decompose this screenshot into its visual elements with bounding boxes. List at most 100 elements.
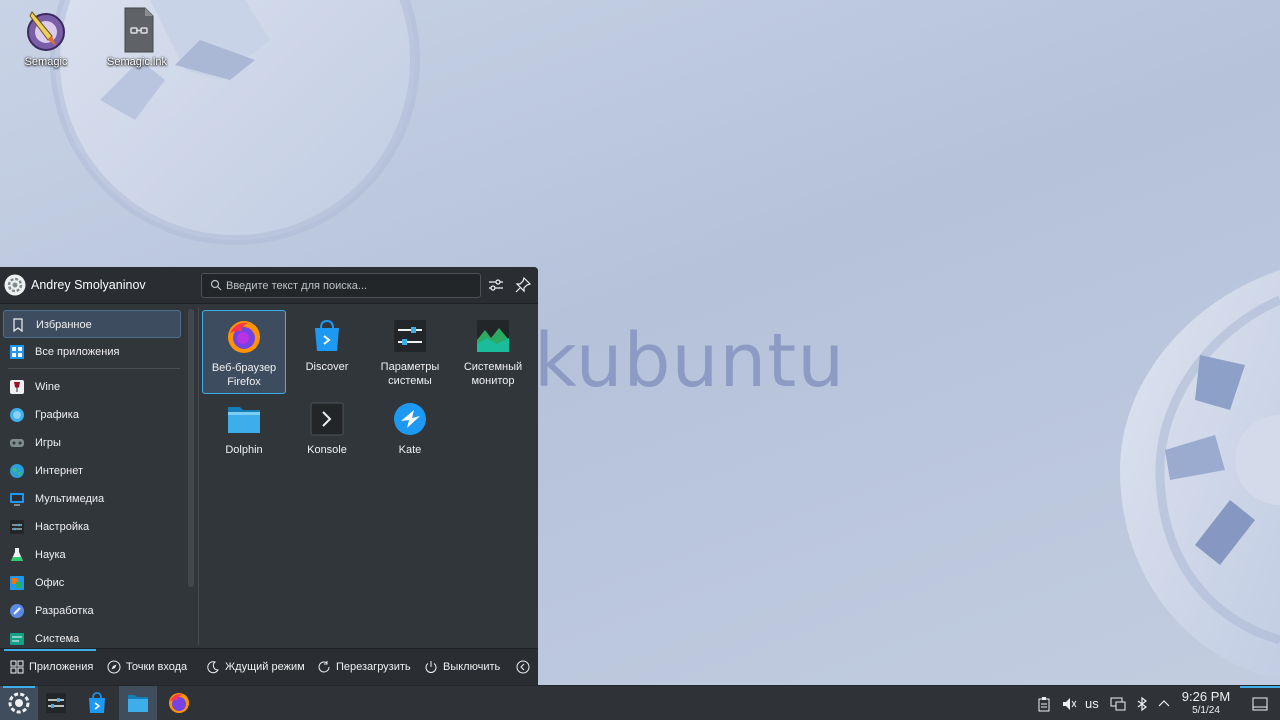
search-input[interactable] [226, 276, 476, 295]
sidebar-item-graphics[interactable]: Графика [3, 401, 181, 429]
sidebar-item-internet[interactable]: Интернет [3, 457, 181, 485]
application-launcher-menu: Andrey Smolyaninov Введите текст для пои… [0, 267, 538, 685]
configure-button[interactable] [487, 276, 505, 294]
sidebar-item-favorites[interactable]: Избранное [3, 310, 181, 338]
app-tile-discover[interactable]: Discover [285, 310, 369, 394]
dolphin-folder-icon [228, 407, 260, 433]
app-tile-kate[interactable]: Kate [368, 393, 452, 477]
power-icon [425, 661, 437, 673]
sidebar-item-settings[interactable]: Настройка [3, 513, 181, 541]
tab-label: Точки входа [126, 661, 188, 673]
restart-icon [318, 661, 330, 673]
discover-icon [315, 319, 339, 351]
kate-editor-icon [394, 403, 426, 435]
chevron-up-icon[interactable] [1156, 696, 1172, 712]
sidebar-item-multimedia[interactable]: Мультимедиа [3, 485, 181, 513]
app-tile-label: Веб-браузер Firefox [211, 362, 277, 388]
app-tile-label: Системный монитор [463, 361, 523, 387]
launcher-header: Andrey Smolyaninov [0, 267, 538, 304]
grid-icon [10, 660, 24, 674]
category-sidebar[interactable]: Избранное Все приложения Wine Графика Иг… [0, 304, 186, 646]
firefox-icon [228, 321, 260, 353]
sidebar-item-label: Наука [35, 549, 66, 561]
sidebar-item-games[interactable]: Игры [3, 429, 181, 457]
desktop[interactable]: kubuntu Semagic Semagic.lnk Andrey Smoly… [0, 0, 1280, 685]
sidebar-item-all-apps[interactable]: Все приложения [3, 338, 181, 366]
button-label: Перезагрузить [336, 661, 411, 673]
task-discover[interactable] [78, 686, 116, 720]
pin-button[interactable] [514, 276, 532, 294]
sidebar-item-label: Все приложения [35, 346, 120, 358]
application-launcher-button[interactable] [0, 686, 38, 720]
gamepad-icon [10, 439, 24, 447]
clipboard-icon[interactable] [1036, 696, 1052, 712]
app-tile-label: Discover [305, 361, 349, 373]
app-tile-system-monitor[interactable]: Системный монитор [451, 310, 535, 394]
active-tab-indicator [4, 649, 96, 651]
app-tile-label: Параметры системы [380, 361, 440, 387]
clock-date[interactable]: 5/1/24 [1176, 705, 1236, 716]
button-label: Ждущий режим [225, 661, 305, 673]
firefox-icon [169, 693, 189, 713]
sidebar-item-development[interactable]: Разработка [3, 597, 181, 625]
system-settings-icon [394, 320, 426, 352]
network-wired-icon[interactable] [1110, 696, 1126, 712]
task-system-settings[interactable] [37, 686, 75, 720]
chevron-left-circle-icon [516, 660, 530, 674]
konsole-terminal-icon [310, 402, 344, 436]
task-firefox[interactable] [160, 686, 198, 720]
compass-icon [107, 660, 121, 674]
graphics-icon [10, 408, 24, 422]
more-actions-button[interactable] [516, 659, 530, 677]
sidebar-divider [8, 368, 180, 369]
clock-time[interactable]: 9:26 PM [1176, 689, 1236, 704]
sidebar-item-office[interactable]: Офис [3, 569, 181, 597]
tab-places[interactable]: Точки входа [107, 659, 193, 677]
sidebar-item-science[interactable]: Наука [3, 541, 181, 569]
tab-applications[interactable]: Приложения [10, 659, 98, 677]
keyboard-layout-indicator[interactable]: us [1085, 696, 1099, 711]
kubuntu-wordmark: kubuntu [534, 318, 846, 404]
volume-muted-icon[interactable] [1061, 696, 1077, 712]
sleep-button[interactable]: Ждущий режим [206, 659, 310, 677]
sidebar-item-label: Мультимедиа [35, 493, 105, 505]
button-label: Выключить [443, 661, 501, 673]
sidebar-item-label: Система [35, 633, 80, 645]
active-indicator [3, 686, 35, 688]
search-box[interactable] [201, 273, 481, 298]
desktop-icon-semagic-lnk[interactable]: Semagic.lnk [97, 6, 177, 68]
app-tile-label: Kate [398, 444, 422, 456]
sidebar-item-label: Интернет [35, 465, 83, 477]
shutdown-button[interactable]: Выключить [424, 659, 508, 677]
multimedia-icon [10, 493, 24, 506]
app-tile-system-settings[interactable]: Параметры системы [368, 310, 452, 394]
science-flask-icon [11, 548, 23, 561]
discover-icon [89, 692, 105, 713]
sidebar-item-wine[interactable]: Wine [3, 373, 181, 401]
user-avatar[interactable] [4, 274, 26, 296]
sidebar-item-label: Разработка [35, 605, 94, 617]
pin-icon [515, 276, 532, 293]
bluetooth-icon[interactable] [1134, 696, 1150, 712]
restart-button[interactable]: Перезагрузить [317, 659, 415, 677]
moon-icon [207, 661, 219, 674]
app-tile-label: Konsole [307, 444, 347, 456]
app-tile-dolphin[interactable]: Dolphin [202, 393, 286, 477]
panel-divider [198, 307, 199, 645]
wine-glass-icon [10, 380, 24, 394]
task-dolphin[interactable] [119, 686, 157, 720]
system-monitor-icon [477, 320, 509, 352]
shortcut-file-icon [113, 6, 161, 54]
desktop-icon-label: Semagic [24, 56, 68, 68]
sidebar-scrollbar[interactable] [188, 309, 194, 587]
sidebar-item-label: Графика [35, 409, 79, 421]
user-name: Andrey Smolyaninov [31, 278, 146, 292]
desktop-icon-label: Semagic.lnk [107, 56, 167, 68]
app-tile-konsole[interactable]: Konsole [285, 393, 369, 477]
sidebar-item-label: Игры [35, 437, 61, 449]
sidebar-item-system[interactable]: Система [3, 625, 181, 646]
settings-icon [10, 520, 24, 534]
desktop-icon-semagic[interactable]: Semagic [6, 6, 86, 68]
show-desktop-icon[interactable] [1252, 696, 1268, 712]
app-tile-firefox[interactable]: Веб-браузер Firefox [202, 310, 286, 394]
